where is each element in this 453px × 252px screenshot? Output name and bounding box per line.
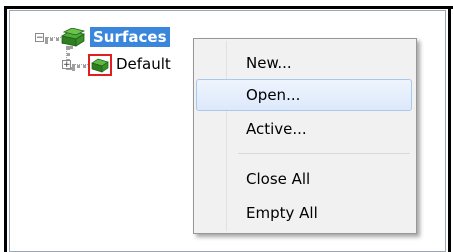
collapse-toggle[interactable]: − <box>35 33 44 43</box>
menu-item-empty-all[interactable]: Empty All <box>196 197 412 229</box>
tree-node-default[interactable]: Default <box>116 55 171 73</box>
menu-separator <box>238 153 410 154</box>
frame-border-top <box>4 6 453 9</box>
expand-toggle[interactable]: + <box>62 60 71 70</box>
menu-item-new[interactable]: New... <box>196 47 412 79</box>
tree-node-surfaces[interactable]: Surfaces <box>90 27 170 47</box>
menu-item-active[interactable]: Active... <box>196 113 412 145</box>
frame-border-left <box>4 6 7 252</box>
menu-item-close-all[interactable]: Close All <box>196 163 412 195</box>
window-frame: − Surfaces + Default New... Open... Acti… <box>0 0 453 252</box>
frame-border-right <box>448 6 451 252</box>
surface-icon <box>88 54 112 76</box>
context-menu: New... Open... Active... Close All Empty… <box>193 38 417 234</box>
surfaces-folder-icon <box>60 27 86 48</box>
menu-item-open[interactable]: Open... <box>196 79 412 111</box>
